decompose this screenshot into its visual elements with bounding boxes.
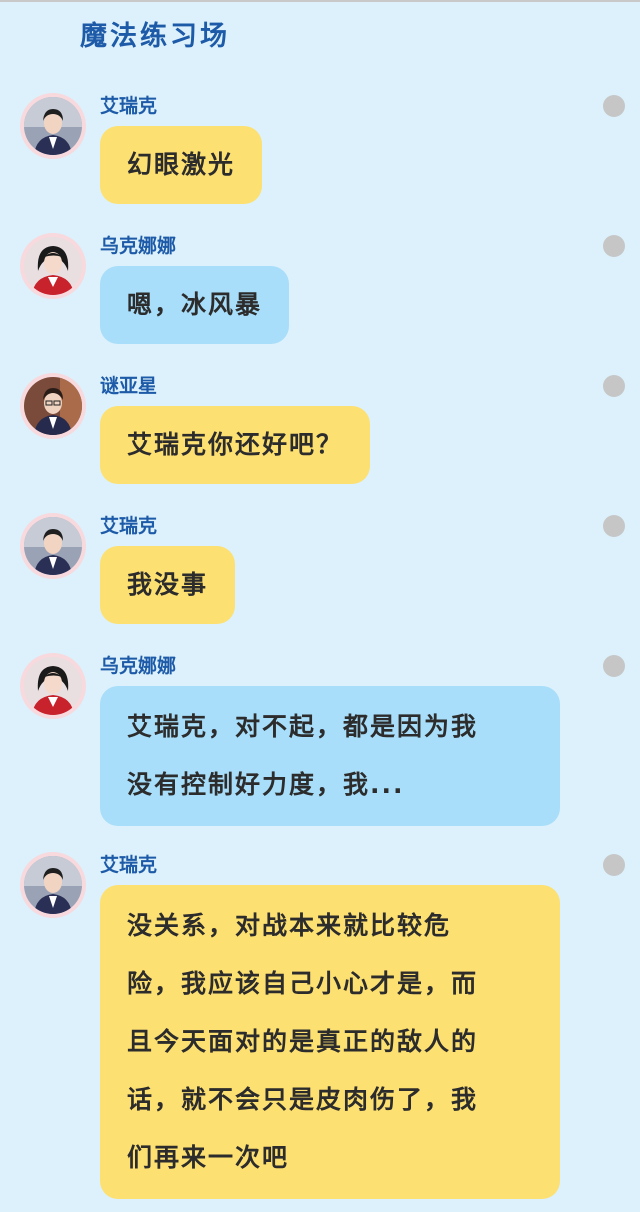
message-bubble: 艾瑞克，对不起，都是因为我 没有控制好力度，我... xyxy=(100,686,560,826)
status-dot xyxy=(603,235,625,257)
avatar-ukenana-icon[interactable] xyxy=(20,233,86,299)
page-title: 魔法练习场 xyxy=(80,21,230,52)
sender-name: 艾瑞克 xyxy=(100,95,158,117)
avatar-ukenana-icon[interactable] xyxy=(20,653,86,719)
avatar-eric-icon[interactable] xyxy=(20,852,86,918)
avatar-eric-icon[interactable] xyxy=(20,513,86,579)
avatar-eric-icon[interactable] xyxy=(20,93,86,159)
avatar-miyaxing-icon[interactable] xyxy=(20,373,86,439)
status-dot xyxy=(603,515,625,537)
message-bubble: 嗯，冰风暴 xyxy=(100,266,290,344)
sender-name: 艾瑞克 xyxy=(100,854,158,876)
message-bubble: 幻眼激光 xyxy=(100,126,263,204)
sender-name: 谜亚星 xyxy=(100,375,158,397)
top-edge-line xyxy=(0,0,640,2)
sender-name: 乌克娜娜 xyxy=(100,655,177,677)
message-bubble: 艾瑞克你还好吧？ xyxy=(100,406,371,484)
sender-name: 艾瑞克 xyxy=(100,515,158,537)
sender-name: 乌克娜娜 xyxy=(100,235,177,257)
status-dot xyxy=(603,655,625,677)
status-dot xyxy=(603,95,625,117)
message-bubble: 我没事 xyxy=(100,546,236,624)
message-bubble: 没关系，对战本来就比较危 险，我应该自己小心才是，而 且今天面对的是真正的敌人的… xyxy=(100,885,560,1199)
status-dot xyxy=(603,375,625,397)
status-dot xyxy=(603,854,625,876)
